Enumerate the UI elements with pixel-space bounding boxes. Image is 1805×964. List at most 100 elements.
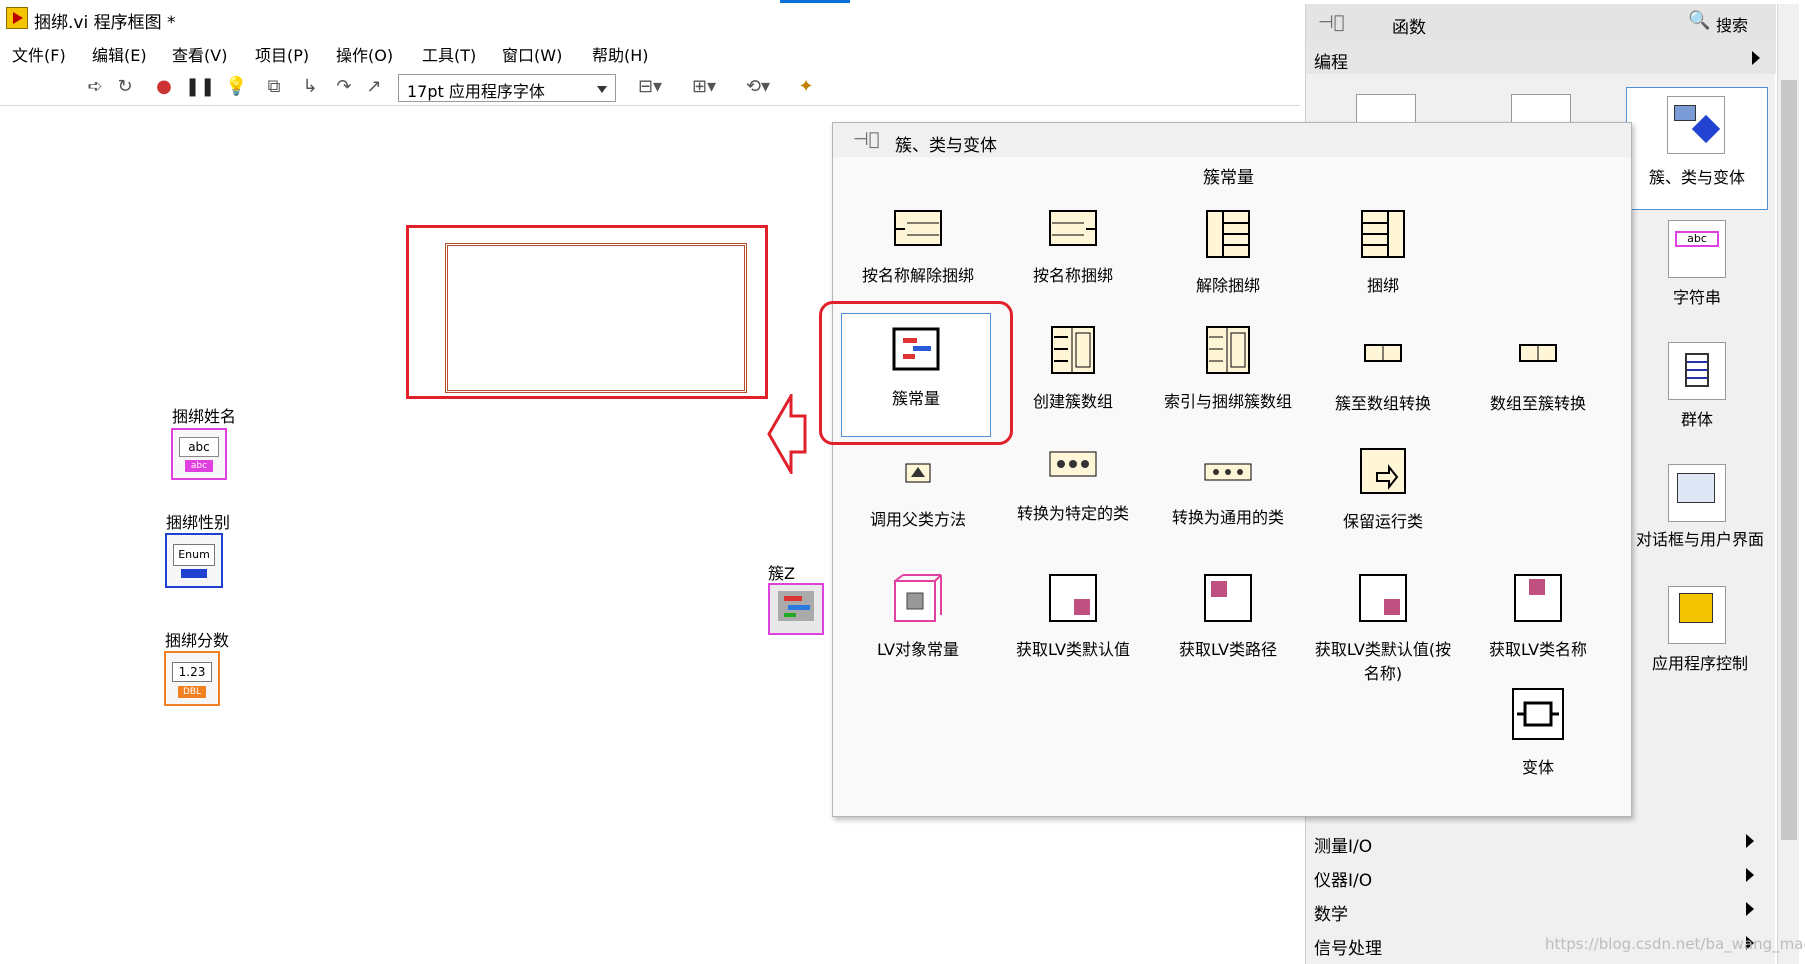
- numeric-control-terminal[interactable]: 1.23 DBL: [164, 651, 220, 706]
- cleanup-diagram-icon[interactable]: ✦: [795, 76, 817, 98]
- font-select[interactable]: 17pt 应用程序字体: [398, 74, 616, 102]
- palette-item-call-parent-method[interactable]: 调用父类方法: [843, 463, 993, 532]
- arrow-left-icon: [767, 394, 807, 474]
- abort-icon[interactable]: ●: [153, 76, 175, 98]
- get-lv-class-name-icon: [1514, 574, 1562, 622]
- subpalette-header: ⊣⃞ 簇、类与变体: [833, 123, 1631, 157]
- palette-item-label: 群体: [1680, 410, 1713, 429]
- get-lv-class-default-icon: [1049, 574, 1097, 622]
- palette-item-build-cluster-array[interactable]: 创建簇数组: [998, 325, 1148, 414]
- item-label: 簇至数组转换: [1334, 394, 1431, 413]
- item-label: 捆绑: [1366, 276, 1399, 295]
- palette-title: 函数: [1392, 18, 1426, 38]
- collections-palette-icon[interactable]: [1668, 342, 1726, 400]
- string-palette-icon[interactable]: abc: [1668, 220, 1726, 278]
- palette-row-measurement-io[interactable]: 测量I/O: [1306, 826, 1776, 860]
- chevron-right-icon: [1746, 902, 1754, 916]
- subpalette-title: 簇、类与变体: [895, 136, 997, 156]
- item-label: 创建簇数组: [1032, 392, 1113, 411]
- search-label: 搜索: [1716, 16, 1749, 35]
- dialog-ui-palette-icon[interactable]: [1668, 464, 1726, 522]
- index-bundle-cluster-array-icon: [1206, 326, 1250, 374]
- pause-icon[interactable]: ❚❚: [185, 76, 215, 98]
- window-title: 捆绑.vi 程序框图 *: [34, 13, 176, 33]
- focus-indicator: [780, 0, 850, 3]
- cluster-glyph-icon: [778, 591, 814, 621]
- palette-row-mathematics[interactable]: 数学: [1306, 894, 1776, 928]
- build-cluster-array-icon: [1051, 326, 1095, 374]
- palette-item-bundle-by-name[interactable]: 按名称捆绑: [998, 209, 1148, 288]
- palette-item-unbundle[interactable]: 解除捆绑: [1153, 209, 1303, 298]
- distribute-objects-icon[interactable]: ⊞▾: [684, 76, 724, 98]
- watermark: https://blog.csdn.net/ba_wang_mao: [1545, 935, 1805, 953]
- palette-item-get-lv-class-default[interactable]: 获取LV类默认值: [998, 573, 1148, 662]
- item-label: 解除捆绑: [1195, 276, 1260, 295]
- item-label: 保留运行类: [1342, 512, 1423, 531]
- get-lv-class-path-icon: [1204, 574, 1252, 622]
- run-continuously-icon[interactable]: ↻: [114, 76, 136, 98]
- run-arrow-icon[interactable]: ➪: [84, 76, 106, 98]
- palette-item-array-to-cluster[interactable]: 数组至簇转换: [1463, 343, 1613, 416]
- string-control-terminal[interactable]: abc abc: [171, 428, 227, 480]
- step-over-icon[interactable]: ↷: [333, 76, 355, 98]
- cluster-class-variant-icon: [1667, 96, 1725, 154]
- menu-view[interactable]: 查看(V): [172, 42, 227, 66]
- menu-tools[interactable]: 工具(T): [422, 42, 476, 66]
- menu-edit[interactable]: 编辑(E): [92, 42, 147, 66]
- palette-item-get-lv-class-path[interactable]: 获取LV类路径: [1153, 573, 1303, 662]
- palette-item-to-more-specific-class[interactable]: 转换为特定的类: [998, 451, 1148, 526]
- menu-project[interactable]: 项目(P): [255, 42, 309, 66]
- toolbar: ➪ ↻ ● ❚❚ 💡 ⧉ ↳ ↷ ↗ 17pt 应用程序字体 ⊟▾ ⊞▾ ⟲▾ …: [0, 68, 1300, 106]
- unbundle-by-name-icon: [894, 210, 942, 246]
- labview-vi-icon: [6, 7, 28, 29]
- application-control-palette-icon[interactable]: [1668, 586, 1726, 644]
- terminal-label: 捆绑分数: [165, 631, 230, 650]
- item-label: 获取LV类默认值: [1015, 640, 1131, 659]
- menu-file[interactable]: 文件(F): [12, 42, 66, 66]
- highlight-box-cluster-constant: [819, 301, 1013, 445]
- palette-item-preserve-runtime-class[interactable]: 保留运行类: [1308, 447, 1458, 534]
- highlight-execution-icon[interactable]: 💡: [225, 76, 247, 98]
- search-button[interactable]: 🔍 搜索: [1686, 10, 1768, 36]
- terminal-label: 捆绑性别: [166, 513, 231, 532]
- enum-type-icon: [181, 569, 207, 578]
- palette-item-cluster-to-array[interactable]: 簇至数组转换: [1308, 343, 1458, 416]
- palette-item-to-more-generic-class[interactable]: 转换为通用的类: [1153, 463, 1303, 530]
- palette-item-bundle[interactable]: 捆绑: [1308, 209, 1458, 298]
- menu-window[interactable]: 窗口(W): [502, 42, 562, 66]
- palette-row-label: 仪器I/O: [1314, 871, 1373, 891]
- palette-item-lv-object-constant[interactable]: LV对象常量: [843, 573, 993, 662]
- item-label: 获取LV类路径: [1178, 640, 1278, 659]
- pin-icon[interactable]: ⊣⃞: [1318, 12, 1344, 33]
- palette-item-get-lv-class-default-by-name[interactable]: 获取LV类默认值(按名称): [1308, 573, 1458, 686]
- scrollbar-thumb[interactable]: [1781, 80, 1797, 840]
- enum-control-terminal[interactable]: Enum: [165, 533, 223, 588]
- step-out-icon[interactable]: ↗: [363, 76, 385, 98]
- item-label: 数组至簇转换: [1489, 394, 1586, 413]
- palette-item-variant[interactable]: 变体: [1463, 687, 1613, 780]
- item-label: LV对象常量: [876, 640, 960, 659]
- palette-item-unbundle-by-name[interactable]: 按名称解除捆绑: [843, 209, 993, 288]
- item-label: 获取LV类默认值(按名称): [1314, 640, 1452, 683]
- palette-item-index-bundle-cluster-array[interactable]: 索引与捆绑簇数组: [1153, 325, 1303, 414]
- terminal-type: DBL: [178, 686, 206, 698]
- cluster-control-terminal[interactable]: [768, 583, 824, 635]
- call-parent-method-icon: [905, 463, 931, 483]
- menu-operate[interactable]: 操作(O): [336, 42, 393, 66]
- palette-item-get-lv-class-name[interactable]: 获取LV类名称: [1463, 573, 1613, 662]
- menu-help[interactable]: 帮助(H): [592, 42, 649, 66]
- palette-header: ⊣⃞ 函数 🔍 搜索: [1306, 4, 1776, 42]
- item-label: 索引与捆绑簇数组: [1163, 392, 1292, 411]
- palette-row-instrument-io[interactable]: 仪器I/O: [1306, 860, 1776, 894]
- cluster-constant-frame[interactable]: [445, 243, 747, 393]
- align-objects-icon[interactable]: ⊟▾: [630, 76, 670, 98]
- retain-wire-values-icon[interactable]: ⧉: [263, 76, 285, 98]
- palette-row-label: 测量I/O: [1314, 837, 1373, 857]
- palette-item-label: 应用程序控制: [1651, 654, 1748, 673]
- reorder-icon[interactable]: ⟲▾: [738, 76, 778, 98]
- palette-category-programming[interactable]: 编程: [1306, 42, 1776, 74]
- pin-icon[interactable]: ⊣⃞: [853, 129, 879, 150]
- palette-scrollbar[interactable]: [1777, 4, 1799, 964]
- palette-item-cluster-class-variant[interactable]: 簇、类与变体: [1626, 87, 1768, 210]
- step-into-icon[interactable]: ↳: [299, 76, 321, 98]
